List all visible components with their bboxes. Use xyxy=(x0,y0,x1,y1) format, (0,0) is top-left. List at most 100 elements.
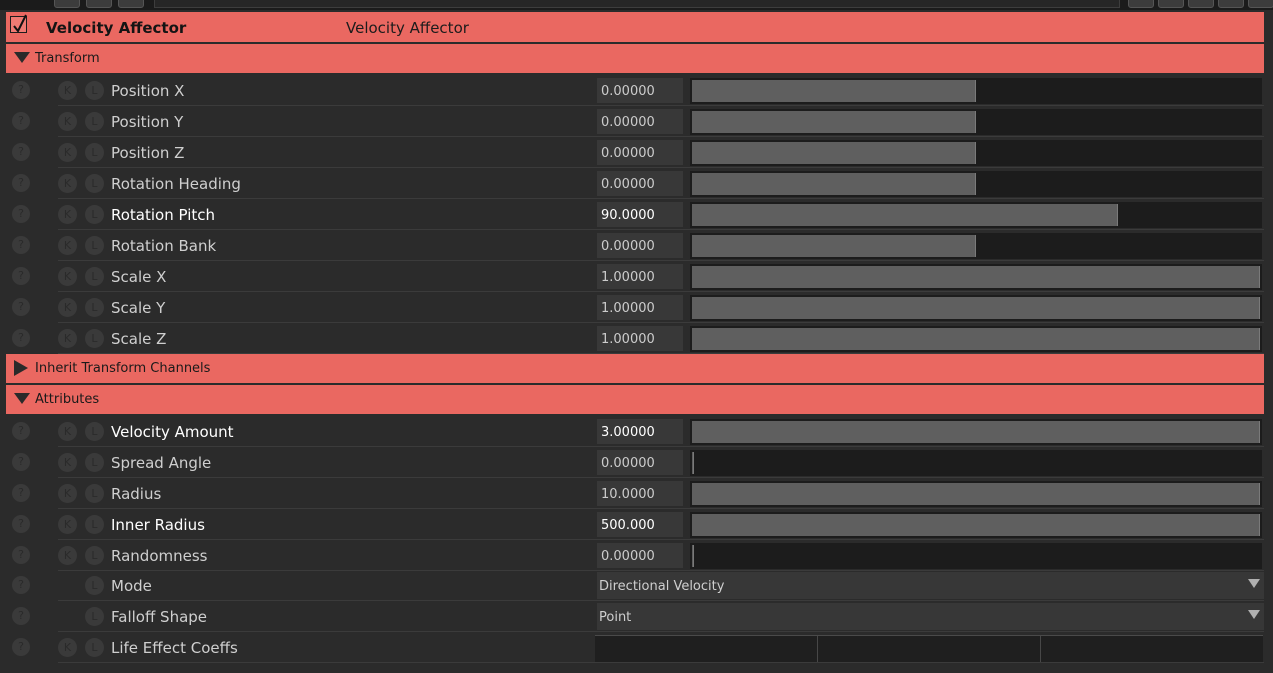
value-slider[interactable] xyxy=(690,450,1262,476)
value-slider[interactable] xyxy=(690,171,1262,197)
key-icon[interactable]: K xyxy=(58,205,77,224)
value-slider[interactable] xyxy=(690,295,1262,321)
key-icon[interactable]: K xyxy=(58,298,77,317)
link-icon[interactable]: L xyxy=(85,112,104,131)
help-icon[interactable]: ? xyxy=(12,638,30,656)
toolbar-link-icon[interactable] xyxy=(1188,0,1214,8)
link-icon[interactable]: L xyxy=(85,546,104,565)
value-field[interactable]: 1.00000 xyxy=(597,264,683,289)
toolbar-expand-icon[interactable] xyxy=(118,0,144,8)
link-icon[interactable]: L xyxy=(85,607,104,626)
help-icon[interactable]: ? xyxy=(12,143,30,161)
key-icon[interactable]: K xyxy=(58,236,77,255)
help-icon[interactable]: ? xyxy=(12,484,30,502)
help-icon[interactable]: ? xyxy=(12,329,30,347)
key-icon[interactable]: K xyxy=(58,638,77,657)
toolbar-save-icon[interactable] xyxy=(1158,0,1184,8)
value-slider[interactable] xyxy=(690,78,1262,104)
value-slider[interactable] xyxy=(690,512,1262,538)
key-icon[interactable]: K xyxy=(58,484,77,503)
param-row: ? K L Inner Radius 500.000 xyxy=(6,509,1264,540)
value-field[interactable]: 10.0000 xyxy=(597,481,683,506)
value-field[interactable]: 0.00000 xyxy=(597,171,683,196)
help-icon[interactable]: ? xyxy=(12,112,30,130)
value-slider[interactable] xyxy=(690,326,1262,352)
enable-checkbox[interactable] xyxy=(10,14,27,33)
key-icon[interactable]: K xyxy=(58,143,77,162)
value-field[interactable]: 500.000 xyxy=(597,512,683,537)
link-icon[interactable]: L xyxy=(85,267,104,286)
key-icon[interactable]: K xyxy=(58,422,77,441)
section-attributes[interactable]: Attributes xyxy=(6,385,1264,414)
mode-dropdown[interactable]: Directional Velocity xyxy=(597,572,1264,599)
slider-fill xyxy=(692,173,976,195)
help-icon[interactable]: ? xyxy=(12,236,30,254)
link-icon[interactable]: L xyxy=(85,515,104,534)
collapsed-triangle-icon xyxy=(14,360,28,376)
link-icon[interactable]: L xyxy=(85,329,104,348)
value-slider[interactable] xyxy=(690,264,1262,290)
link-icon[interactable]: L xyxy=(85,638,104,657)
param-label: Scale Z xyxy=(111,330,167,348)
section-transform[interactable]: Transform xyxy=(6,44,1264,73)
help-icon[interactable]: ? xyxy=(12,81,30,99)
link-icon[interactable]: L xyxy=(85,576,104,595)
help-icon[interactable]: ? xyxy=(12,205,30,223)
link-icon[interactable]: L xyxy=(85,453,104,472)
toolbar-doc-icon[interactable] xyxy=(1128,0,1154,8)
key-icon[interactable]: K xyxy=(58,515,77,534)
value-slider[interactable] xyxy=(690,419,1262,445)
link-icon[interactable]: L xyxy=(85,143,104,162)
toolbar-pin-icon[interactable] xyxy=(1218,0,1244,8)
help-icon[interactable]: ? xyxy=(12,576,30,594)
link-icon[interactable]: L xyxy=(85,422,104,441)
slider-fill xyxy=(692,421,1260,443)
link-icon[interactable]: L xyxy=(85,298,104,317)
link-icon[interactable]: L xyxy=(85,205,104,224)
key-icon[interactable]: K xyxy=(58,267,77,286)
key-icon[interactable]: K xyxy=(58,546,77,565)
value-field[interactable]: 0.00000 xyxy=(597,450,683,475)
value-field[interactable]: 0.00000 xyxy=(597,140,683,165)
toolbar-add-icon[interactable] xyxy=(54,0,80,8)
param-label: Scale Y xyxy=(111,299,166,317)
link-icon[interactable]: L xyxy=(85,484,104,503)
value-field[interactable]: 1.00000 xyxy=(597,295,683,320)
help-icon[interactable]: ? xyxy=(12,422,30,440)
toolbar-more-icon[interactable] xyxy=(1248,0,1273,8)
help-icon[interactable]: ? xyxy=(12,267,30,285)
value-field[interactable]: 1.00000 xyxy=(597,326,683,351)
value-field[interactable]: 90.0000 xyxy=(597,202,683,227)
help-icon[interactable]: ? xyxy=(12,453,30,471)
key-icon[interactable]: K xyxy=(58,329,77,348)
key-icon[interactable]: K xyxy=(58,174,77,193)
value-slider[interactable] xyxy=(690,481,1262,507)
toolbar-search-field[interactable] xyxy=(154,0,1120,8)
help-icon[interactable]: ? xyxy=(12,546,30,564)
value-field[interactable]: 0.00000 xyxy=(597,78,683,103)
section-inherit-transform[interactable]: Inherit Transform Channels xyxy=(6,354,1264,383)
toolbar-target-icon[interactable] xyxy=(86,0,112,8)
life-effect-coeffs-editor[interactable] xyxy=(595,635,1263,662)
help-icon[interactable]: ? xyxy=(12,174,30,192)
link-icon[interactable]: L xyxy=(85,236,104,255)
value-field[interactable]: 0.00000 xyxy=(597,233,683,258)
value-field[interactable]: 0.00000 xyxy=(597,543,683,568)
slider-fill xyxy=(692,111,976,133)
help-icon[interactable]: ? xyxy=(12,607,30,625)
help-icon[interactable]: ? xyxy=(12,298,30,316)
key-icon[interactable]: K xyxy=(58,112,77,131)
help-icon[interactable]: ? xyxy=(12,515,30,533)
value-slider[interactable] xyxy=(690,543,1262,569)
link-icon[interactable]: L xyxy=(85,174,104,193)
value-slider[interactable] xyxy=(690,233,1262,259)
falloff-dropdown[interactable]: Point xyxy=(597,603,1264,630)
value-slider[interactable] xyxy=(690,109,1262,135)
value-field[interactable]: 3.00000 xyxy=(597,419,683,444)
value-slider[interactable] xyxy=(690,202,1262,228)
value-field[interactable]: 0.00000 xyxy=(597,109,683,134)
link-icon[interactable]: L xyxy=(85,81,104,100)
key-icon[interactable]: K xyxy=(58,81,77,100)
key-icon[interactable]: K xyxy=(58,453,77,472)
value-slider[interactable] xyxy=(690,140,1262,166)
